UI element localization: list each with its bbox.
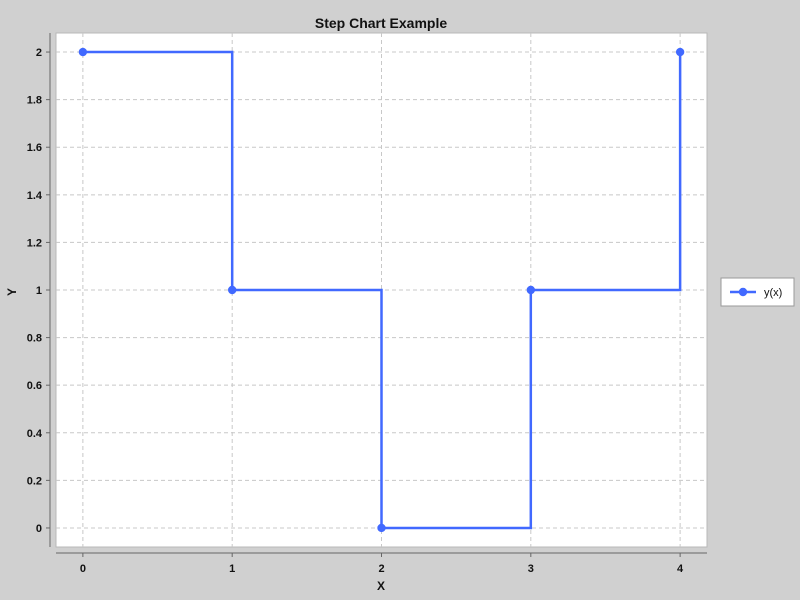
legend-swatch-marker bbox=[738, 287, 748, 297]
y-axis-ticks: 0 0.2 0.4 0.6 0.8 1 1.2 1.4 1.6 1.8 2 bbox=[27, 47, 50, 535]
chart-title: Step Chart Example bbox=[315, 15, 447, 31]
y-tick-label: 1.4 bbox=[27, 190, 43, 202]
x-axis-ticks: 0 1 2 3 4 bbox=[80, 553, 684, 575]
y-tick-label: 0 bbox=[36, 523, 42, 535]
x-tick-label: 1 bbox=[229, 563, 235, 575]
y-tick-label: 1 bbox=[36, 285, 42, 297]
y-tick-label: 0.2 bbox=[27, 475, 42, 487]
y-tick-label: 1.2 bbox=[27, 237, 42, 249]
data-point bbox=[227, 285, 237, 295]
x-tick-label: 2 bbox=[378, 563, 384, 575]
y-tick-label: 0.4 bbox=[27, 428, 43, 440]
y-tick-label: 0.8 bbox=[27, 333, 42, 345]
x-tick-label: 3 bbox=[528, 563, 534, 575]
y-tick-label: 0.6 bbox=[27, 380, 42, 392]
legend: y(x) bbox=[720, 277, 795, 307]
y-tick-label: 1.8 bbox=[27, 95, 42, 107]
data-point bbox=[675, 47, 685, 57]
legend-label: y(x) bbox=[764, 287, 782, 299]
data-point bbox=[78, 47, 88, 57]
data-point bbox=[526, 285, 536, 295]
x-tick-label: 0 bbox=[80, 563, 86, 575]
x-tick-label: 4 bbox=[677, 563, 684, 575]
y-axis-label: Y bbox=[5, 288, 19, 296]
data-point bbox=[377, 523, 386, 533]
x-axis-label: X bbox=[377, 579, 385, 593]
step-chart: Step Chart Example 0 1 2 3 4 0 0.2 0.4 0.6 0.8 1 1… bbox=[5, 15, 795, 593]
y-tick-label: 1.6 bbox=[27, 142, 42, 154]
chart-container: Step Chart Example 0 1 2 3 4 0 0.2 0.4 0.6 0.8 1 1… bbox=[0, 0, 800, 600]
y-tick-label: 2 bbox=[36, 47, 42, 59]
